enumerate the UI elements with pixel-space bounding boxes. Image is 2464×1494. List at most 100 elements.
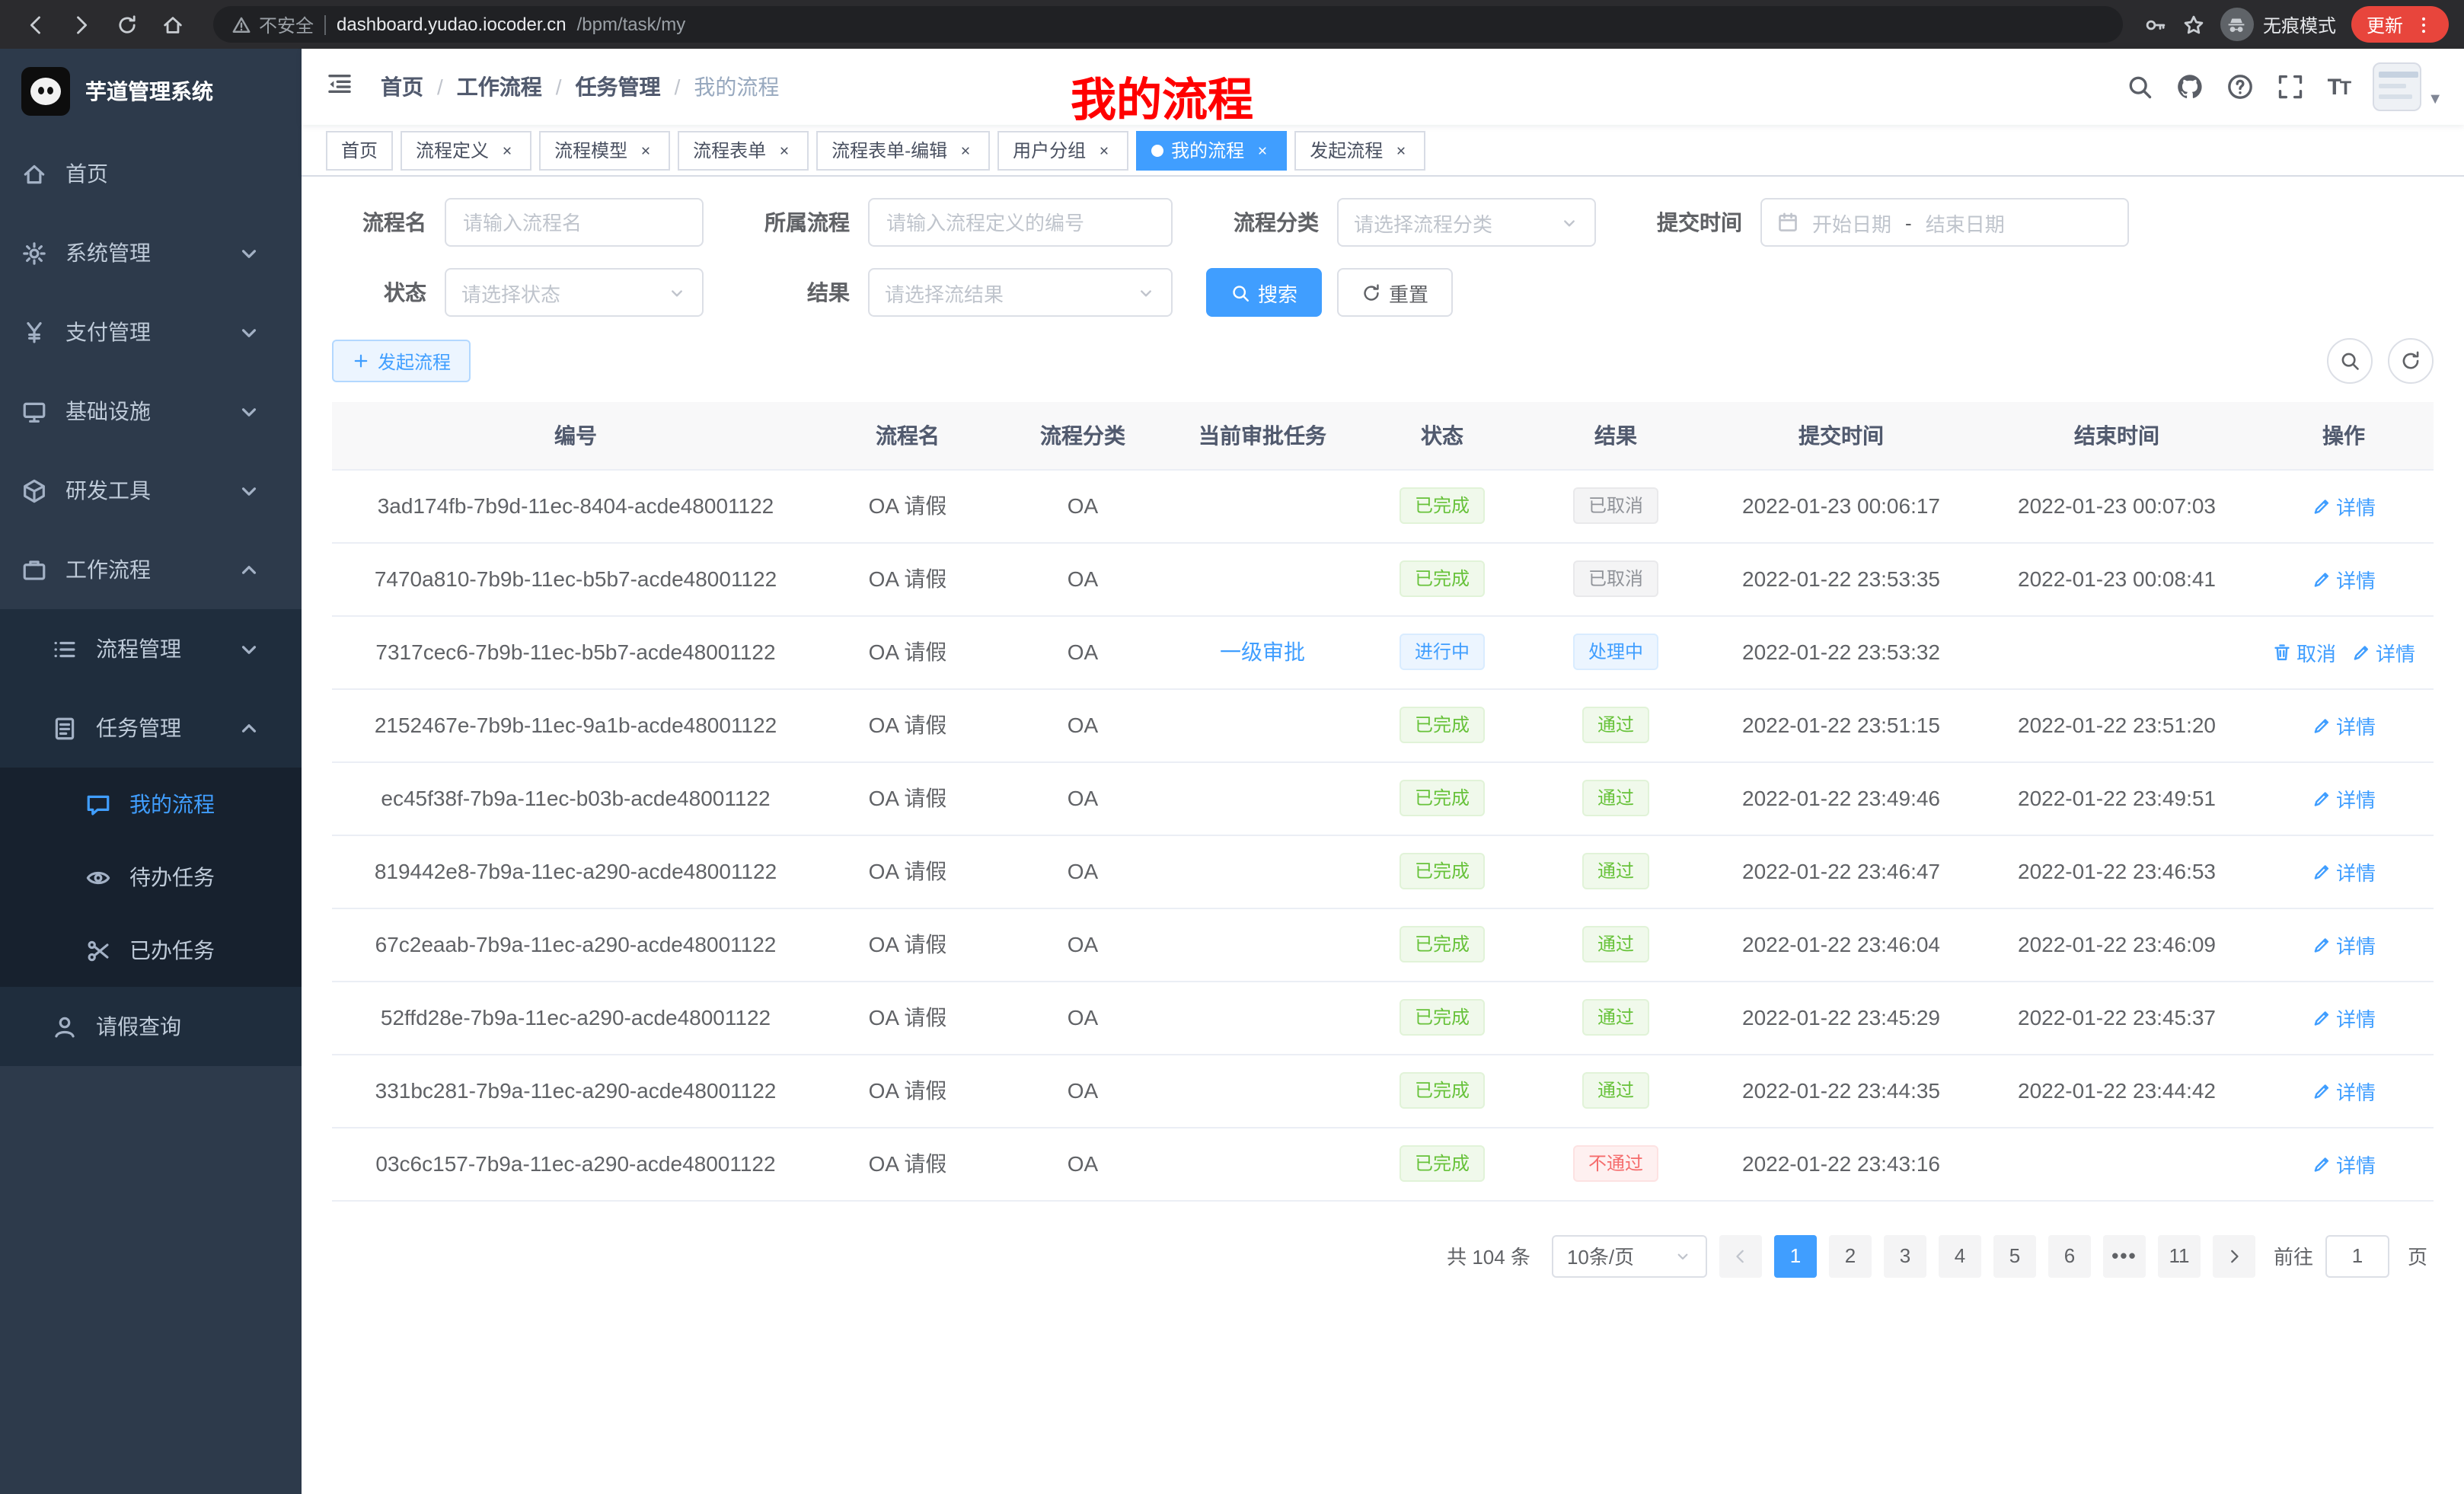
sidebar-item-my-process[interactable]: 我的流程 bbox=[0, 768, 302, 841]
tab-label: 我的流程 bbox=[1171, 137, 1244, 163]
tab-close-icon[interactable] bbox=[635, 140, 655, 160]
sidebar-item-task-management[interactable]: 任务管理 bbox=[0, 688, 302, 768]
sidebar-item-process-management[interactable]: 流程管理 bbox=[0, 609, 302, 688]
app-title: 芋道管理系统 bbox=[85, 76, 213, 107]
status-select[interactable]: 请选择状态 bbox=[445, 268, 704, 317]
user-menu[interactable]: ▼ bbox=[2373, 62, 2443, 111]
breadcrumb-item[interactable]: 任务管理 bbox=[576, 72, 661, 102]
next-page-button[interactable] bbox=[2213, 1234, 2255, 1277]
page-size-value: 10条/页 bbox=[1567, 1241, 1634, 1270]
page-size-select[interactable]: 10条/页 bbox=[1552, 1234, 1707, 1277]
process-name-input[interactable] bbox=[445, 198, 704, 247]
tab-close-icon[interactable] bbox=[1093, 140, 1113, 160]
sidebar-item-infrastructure[interactable]: 基础设施 bbox=[0, 372, 302, 451]
tab-4[interactable]: 流程表单-编辑 bbox=[816, 130, 990, 170]
cell-category: OA bbox=[996, 761, 1170, 835]
detail-link[interactable]: 详情 bbox=[2312, 784, 2376, 812]
sidebar-item-dev-tools[interactable]: 研发工具 bbox=[0, 451, 302, 530]
breadcrumb-item[interactable]: 工作流程 bbox=[457, 72, 542, 102]
top-navbar: 首页/工作流程/任务管理/我的流程 我的流程 TT ▼ bbox=[302, 49, 2464, 125]
category-select[interactable]: 请选择流程分类 bbox=[1337, 198, 1596, 247]
detail-link[interactable]: 详情 bbox=[2312, 930, 2376, 959]
refresh-table-button[interactable] bbox=[2388, 338, 2434, 384]
incognito-profile-chip[interactable]: 无痕模式 bbox=[2220, 8, 2336, 41]
tab-7[interactable]: 发起流程 bbox=[1294, 130, 1425, 170]
sidebar-item-todo-task[interactable]: 待办任务 bbox=[0, 841, 302, 914]
update-button[interactable]: 更新 bbox=[2351, 6, 2449, 43]
result-select[interactable]: 请选择流结果 bbox=[868, 268, 1173, 317]
sidebar-item-home[interactable]: 首页 bbox=[0, 134, 302, 213]
task-icon bbox=[52, 715, 78, 741]
browser-home-button[interactable] bbox=[152, 5, 192, 44]
tab-5[interactable]: 用户分组 bbox=[997, 130, 1128, 170]
detail-link[interactable]: 详情 bbox=[2312, 710, 2376, 739]
page-button-4[interactable]: 4 bbox=[1939, 1234, 1981, 1277]
detail-link[interactable]: 详情 bbox=[2312, 564, 2376, 593]
detail-link[interactable]: 详情 bbox=[2312, 1003, 2376, 1032]
prev-page-button[interactable] bbox=[1719, 1234, 1762, 1277]
bookmark-star-icon[interactable] bbox=[2182, 13, 2205, 36]
tab-close-icon[interactable] bbox=[774, 140, 793, 160]
detail-link[interactable]: 详情 bbox=[2312, 1076, 2376, 1105]
parent-process-input[interactable] bbox=[868, 198, 1173, 247]
column-header-5: 结果 bbox=[1529, 402, 1703, 469]
browser-toolbar-right: 无痕模式 更新 bbox=[2144, 6, 2449, 43]
tab-1[interactable]: 流程定义 bbox=[401, 130, 531, 170]
browser-back-button[interactable] bbox=[15, 5, 55, 44]
jump-page-input[interactable] bbox=[2325, 1234, 2389, 1277]
page-button-2[interactable]: 2 bbox=[1829, 1234, 1872, 1277]
tab-close-icon[interactable] bbox=[1252, 140, 1272, 160]
logo-area[interactable]: 芋道管理系统 bbox=[0, 49, 302, 134]
incognito-avatar bbox=[2220, 8, 2254, 41]
more-pages-button[interactable]: ••• bbox=[2103, 1234, 2146, 1277]
sidebar-toggle-button[interactable] bbox=[311, 69, 369, 104]
browser-forward-button[interactable] bbox=[61, 5, 101, 44]
github-icon[interactable] bbox=[2177, 73, 2204, 101]
security-chip[interactable]: 不安全 bbox=[231, 11, 314, 37]
toggle-search-button[interactable] bbox=[2327, 338, 2373, 384]
date-range-picker[interactable]: 开始日期 - 结束日期 bbox=[1760, 198, 2129, 247]
page-button-5[interactable]: 5 bbox=[1993, 1234, 2036, 1277]
font-size-icon[interactable]: TT bbox=[2328, 74, 2351, 100]
sidebar-item-workflow[interactable]: 工作流程 bbox=[0, 530, 302, 609]
page-button-11[interactable]: 11 bbox=[2158, 1234, 2201, 1277]
help-icon[interactable] bbox=[2227, 73, 2255, 101]
cell-category: OA bbox=[996, 981, 1170, 1054]
tab-close-icon[interactable] bbox=[496, 140, 516, 160]
tab-close-icon[interactable] bbox=[955, 140, 975, 160]
current-task-link[interactable]: 一级审批 bbox=[1220, 640, 1305, 664]
sidebar-item-done-task[interactable]: 已办任务 bbox=[0, 914, 302, 987]
detail-link[interactable]: 详情 bbox=[2312, 857, 2376, 886]
search-button[interactable]: 搜索 bbox=[1206, 268, 1322, 317]
breadcrumb-item[interactable]: 首页 bbox=[381, 72, 423, 102]
table-row: 331bc281-7b9a-11ec-a290-acde48001122OA 请… bbox=[332, 1054, 2434, 1127]
chevron-down-icon bbox=[1674, 1247, 1692, 1265]
cancel-link[interactable]: 取消 bbox=[2272, 637, 2336, 666]
tab-0[interactable]: 首页 bbox=[326, 130, 393, 170]
detail-link[interactable]: 详情 bbox=[2312, 491, 2376, 520]
tab-3[interactable]: 流程表单 bbox=[678, 130, 809, 170]
tab-close-icon[interactable] bbox=[1390, 140, 1410, 160]
header-search-icon[interactable] bbox=[2127, 73, 2154, 101]
page-button-6[interactable]: 6 bbox=[2048, 1234, 2091, 1277]
page-button-3[interactable]: 3 bbox=[1884, 1234, 1926, 1277]
fullscreen-icon[interactable] bbox=[2277, 73, 2305, 101]
page-button-1[interactable]: 1 bbox=[1774, 1234, 1817, 1277]
address-bar[interactable]: 不安全 dashboard.yudao.iocoder.cn/bpm/task/… bbox=[213, 6, 2123, 43]
tab-2[interactable]: 流程模型 bbox=[539, 130, 670, 170]
reset-button[interactable]: 重置 bbox=[1337, 268, 1453, 317]
detail-link[interactable]: 详情 bbox=[2351, 637, 2415, 666]
detail-link[interactable]: 详情 bbox=[2312, 1149, 2376, 1178]
cell-category: OA bbox=[996, 1127, 1170, 1200]
sidebar-item-system-management[interactable]: 系统管理 bbox=[0, 213, 302, 292]
tab-6[interactable]: 我的流程 bbox=[1136, 130, 1287, 170]
browser-menu-dots-icon[interactable] bbox=[2414, 14, 2434, 34]
create-process-button[interactable]: 发起流程 bbox=[332, 340, 471, 382]
cell-end-time: 2022-01-23 00:08:41 bbox=[1980, 542, 2254, 615]
tab-label: 流程定义 bbox=[416, 137, 489, 163]
edit-icon bbox=[2312, 715, 2332, 735]
browser-reload-button[interactable] bbox=[107, 5, 146, 44]
sidebar-item-payment-management[interactable]: 支付管理 bbox=[0, 292, 302, 372]
sidebar-item-leave-query[interactable]: 请假查询 bbox=[0, 987, 302, 1066]
password-key-icon[interactable] bbox=[2144, 13, 2167, 36]
